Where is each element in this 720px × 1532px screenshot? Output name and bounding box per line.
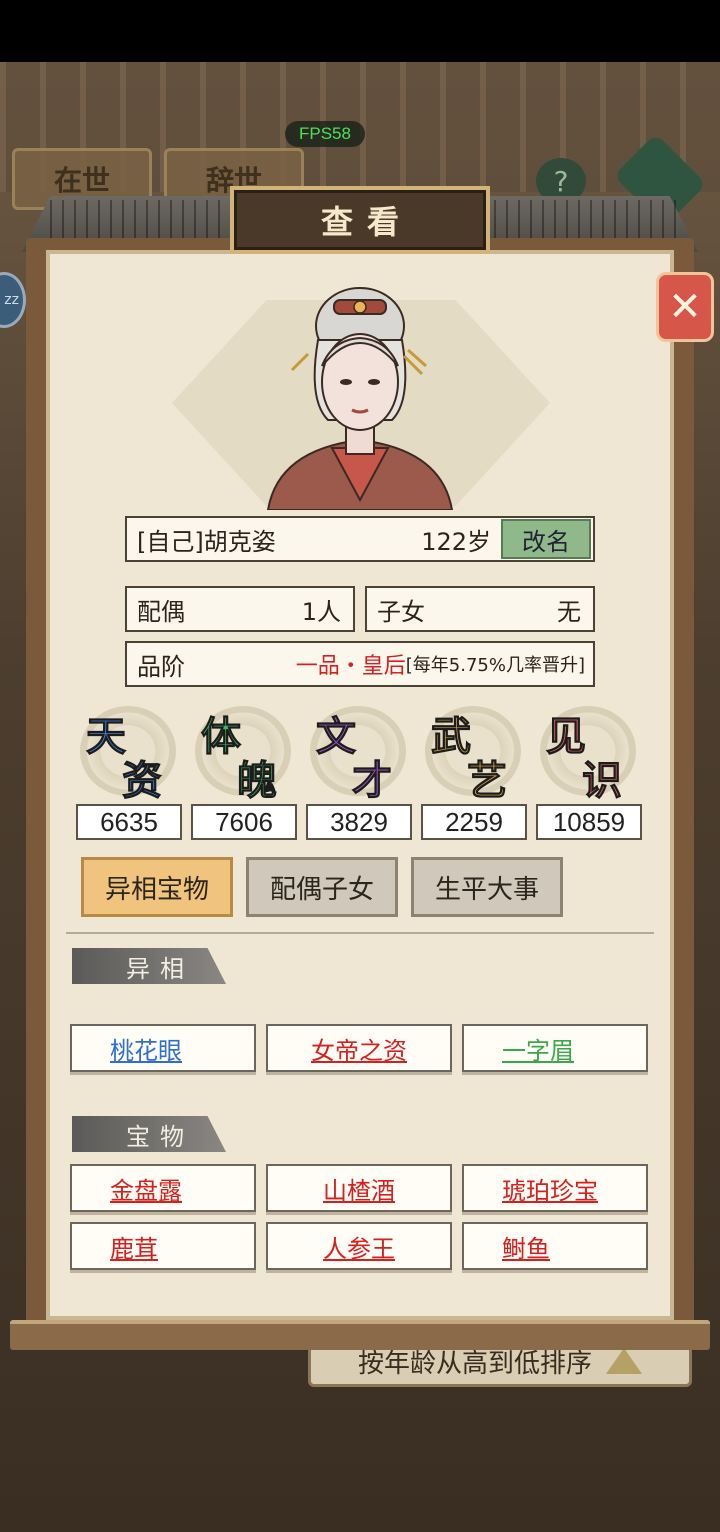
tab-traits-treasures[interactable]: 异相宝物 (81, 857, 233, 917)
name-row: [自己]胡克姿 122岁 改名 (125, 516, 595, 562)
character-age: 122岁 (421, 527, 491, 556)
tab-life-events-label: 生平大事 (434, 874, 539, 905)
treasure-text: 金盘露 (110, 1176, 182, 1205)
stat-name-char: 天 (86, 713, 127, 761)
treasure-chip[interactable]: 金盘露 (70, 1164, 256, 1212)
treasure-chip[interactable]: 山楂酒 (266, 1164, 452, 1212)
stat-name-char: 魄 (237, 757, 278, 805)
fps-counter: FPS58 (285, 121, 365, 147)
trait-chip[interactable]: 桃花眼 (70, 1024, 256, 1072)
treasure-text: 鹿茸 (110, 1234, 158, 1263)
stat-value: 3829 (306, 804, 412, 840)
treasure-text: 鲥鱼 (502, 1234, 550, 1263)
stat-name-char: 艺 (467, 757, 508, 805)
trait-chip[interactable]: 女帝之资 (266, 1024, 452, 1072)
stat-value: 10859 (536, 804, 642, 840)
children-row: 子女 无 (365, 586, 595, 632)
treasure-chip[interactable]: 琥珀珍宝 (462, 1164, 648, 1212)
children-value: 无 (557, 597, 581, 626)
treasure-chip[interactable]: 鲥鱼 (462, 1222, 648, 1270)
stat-icon: 天资 (72, 700, 182, 805)
stat-name-char: 文 (316, 713, 357, 761)
treasures-section-label: 宝物 (72, 1116, 226, 1152)
character-name: [自己]胡克姿 (137, 527, 276, 556)
rename-button[interactable]: 改名 (501, 519, 591, 559)
spouse-label: 配偶 (137, 597, 185, 626)
stat-icon: 见识 (532, 700, 642, 805)
character-portrait (266, 287, 454, 510)
treasure-text: 琥珀珍宝 (502, 1176, 598, 1205)
stat-value: 7606 (191, 804, 297, 840)
modal-base (10, 1320, 710, 1350)
stat-name-char: 识 (582, 757, 623, 805)
treasure-chip[interactable]: 人参王 (266, 1222, 452, 1270)
trait-chip[interactable]: 一字眉 (462, 1024, 648, 1072)
stat-name-char: 资 (122, 757, 163, 805)
stat-value: 6635 (76, 804, 182, 840)
traits-section-label: 异相 (72, 948, 226, 984)
stat-value: 2259 (421, 804, 527, 840)
stat-icon: 体魄 (187, 700, 297, 805)
close-button[interactable]: ✕ (656, 272, 714, 342)
section-divider (66, 932, 654, 934)
sort-triangle-icon (606, 1348, 642, 1374)
tab-life-events[interactable]: 生平大事 (411, 857, 563, 917)
tab-spouse-children[interactable]: 配偶子女 (246, 857, 398, 917)
stat-name-char: 武 (431, 713, 472, 761)
spouse-row: 配偶 1人 (125, 586, 355, 632)
tab-traits-treasures-label: 异相宝物 (104, 874, 209, 905)
modal-title-text: 查看 (320, 203, 413, 241)
spouse-value: 1人 (301, 597, 341, 626)
stat-name-char: 见 (546, 713, 587, 761)
tab-spouse-children-label: 配偶子女 (269, 874, 374, 905)
treasure-text: 人参王 (323, 1234, 395, 1263)
trait-text: 桃花眼 (110, 1036, 182, 1065)
trait-text: 女帝之资 (311, 1036, 407, 1065)
stat-name-char: 体 (201, 713, 242, 761)
trait-text: 一字眉 (502, 1036, 574, 1065)
treasure-chip[interactable]: 鹿茸 (70, 1222, 256, 1270)
rank-label: 品阶 (137, 652, 185, 681)
tab-alive-label: 在世 (53, 164, 110, 197)
treasure-text: 山楂酒 (323, 1176, 395, 1205)
modal-title: 查看 (230, 186, 490, 254)
rank-value: 一品・皇后 (295, 654, 406, 679)
rank-promotion-note: [每年5.75%几率晋升] (405, 655, 585, 676)
children-label: 子女 (377, 597, 425, 626)
stat-icon: 文才 (302, 700, 412, 805)
stat-name-char: 才 (352, 757, 393, 805)
rank-row: 品阶 一品・皇后 [每年5.75%几率晋升] (125, 641, 595, 687)
stat-icon: 武艺 (417, 700, 527, 805)
rename-label: 改名 (522, 527, 570, 556)
close-x-icon: ✕ (668, 284, 702, 330)
